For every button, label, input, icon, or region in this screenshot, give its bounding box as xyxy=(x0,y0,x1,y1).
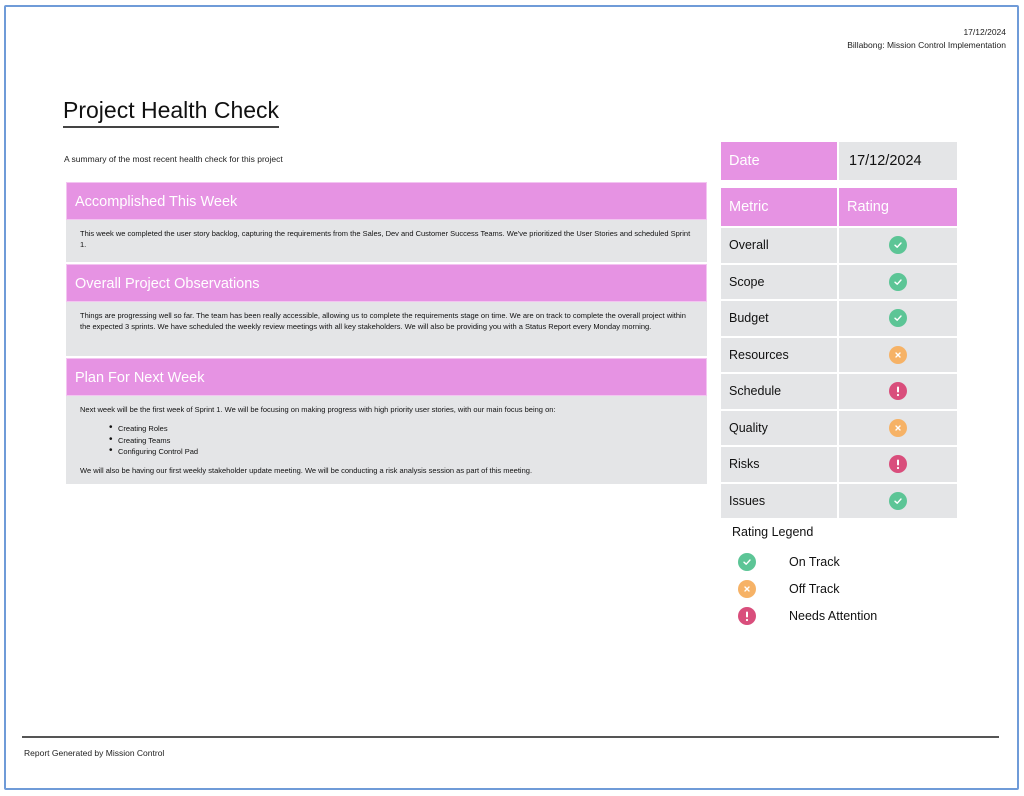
exclamation-circle-icon xyxy=(889,382,907,401)
section-body: Next week will be the first week of Spri… xyxy=(66,396,707,484)
date-label: Date xyxy=(720,141,838,181)
legend-item: Needs Attention xyxy=(732,602,932,629)
focus-list: Creating Roles Creating Teams Configurin… xyxy=(109,422,693,458)
section-paragraph: This week we completed the user story ba… xyxy=(80,229,691,249)
x-circle-icon xyxy=(889,418,907,437)
metric-column-header: Metric xyxy=(720,187,838,227)
metric-name: Resources xyxy=(720,336,838,373)
health-table: Date 17/12/2024 Metric Rating Overall Sco… xyxy=(720,141,960,519)
section-accomplished: Accomplished This Week This week we comp… xyxy=(66,182,707,262)
legend-label: Off Track xyxy=(789,581,840,596)
metric-row: Budget xyxy=(720,300,960,337)
x-circle-icon xyxy=(889,345,907,364)
metric-row: Schedule xyxy=(720,373,960,410)
metric-row: Quality xyxy=(720,409,960,446)
rating-column-header: Rating xyxy=(838,187,958,227)
section-intro: Next week will be the first week of Spri… xyxy=(80,405,556,414)
section-body: This week we completed the user story ba… xyxy=(66,220,707,262)
section-plan-next-week: Plan For Next Week Next week will be the… xyxy=(66,358,707,484)
metric-name: Scope xyxy=(720,263,838,300)
check-circle-icon xyxy=(889,272,907,291)
metric-row: Overall xyxy=(720,227,960,264)
summary-sections: Accomplished This Week This week we comp… xyxy=(66,182,707,486)
metric-rating xyxy=(838,263,958,300)
metric-row: Issues xyxy=(720,482,960,519)
metric-rating xyxy=(838,409,958,446)
metric-name: Risks xyxy=(720,446,838,483)
section-body: Things are progressing well so far. The … xyxy=(66,302,707,356)
x-circle-icon xyxy=(738,579,756,598)
date-value: 17/12/2024 xyxy=(838,141,958,181)
rating-legend: Rating Legend On Track Off Track Needs Att… xyxy=(732,525,932,629)
check-circle-icon xyxy=(889,491,907,510)
check-circle-icon xyxy=(889,309,907,328)
check-circle-icon xyxy=(889,236,907,255)
legend-item: Off Track xyxy=(732,575,932,602)
legend-label: Needs Attention xyxy=(789,608,878,623)
metric-rating xyxy=(838,373,958,410)
metric-row: Risks xyxy=(720,446,960,483)
legend-label: On Track xyxy=(789,554,840,569)
date-row: Date 17/12/2024 xyxy=(720,141,960,181)
section-heading: Accomplished This Week xyxy=(66,182,707,220)
metric-name: Issues xyxy=(720,482,838,519)
focus-list-item: Creating Roles xyxy=(109,422,693,435)
legend-title: Rating Legend xyxy=(732,525,814,539)
metric-name: Quality xyxy=(720,409,838,446)
metric-rating xyxy=(838,482,958,519)
metric-row: Resources xyxy=(720,336,960,373)
section-paragraph: Things are progressing well so far. The … xyxy=(80,311,686,331)
header-date: 17/12/2024 xyxy=(963,27,1006,37)
check-circle-icon xyxy=(738,552,756,571)
metric-rows: Overall Scope Budget Resources Schedule Quali… xyxy=(720,227,960,519)
exclamation-circle-icon xyxy=(889,455,907,474)
focus-list-item: Creating Teams xyxy=(109,434,693,447)
metric-name: Overall xyxy=(720,227,838,264)
footer-text: Report Generated by Mission Control xyxy=(24,748,165,758)
section-heading: Plan For Next Week xyxy=(66,358,707,396)
metric-rating xyxy=(838,300,958,337)
footer-divider xyxy=(22,736,999,738)
exclamation-circle-icon xyxy=(738,606,756,625)
table-header-row: Metric Rating xyxy=(720,187,960,227)
header-project-name: Billabong: Mission Control Implementatio… xyxy=(847,40,1006,50)
metric-row: Scope xyxy=(720,263,960,300)
page-title: Project Health Check xyxy=(63,96,280,128)
metric-rating xyxy=(838,336,958,373)
page-subtitle: A summary of the most recent health chec… xyxy=(64,154,283,164)
section-heading: Overall Project Observations xyxy=(66,264,707,302)
metric-name: Budget xyxy=(720,300,838,337)
section-observations: Overall Project Observations Things are … xyxy=(66,264,707,356)
section-outro: We will also be having our first weekly … xyxy=(80,465,533,475)
metric-rating xyxy=(838,227,958,264)
legend-items: On Track Off Track Needs Attention xyxy=(732,548,932,629)
metric-name: Schedule xyxy=(720,373,838,410)
focus-list-item: Configuring Control Pad xyxy=(109,445,693,458)
legend-item: On Track xyxy=(732,548,932,575)
metric-rating xyxy=(838,446,958,483)
